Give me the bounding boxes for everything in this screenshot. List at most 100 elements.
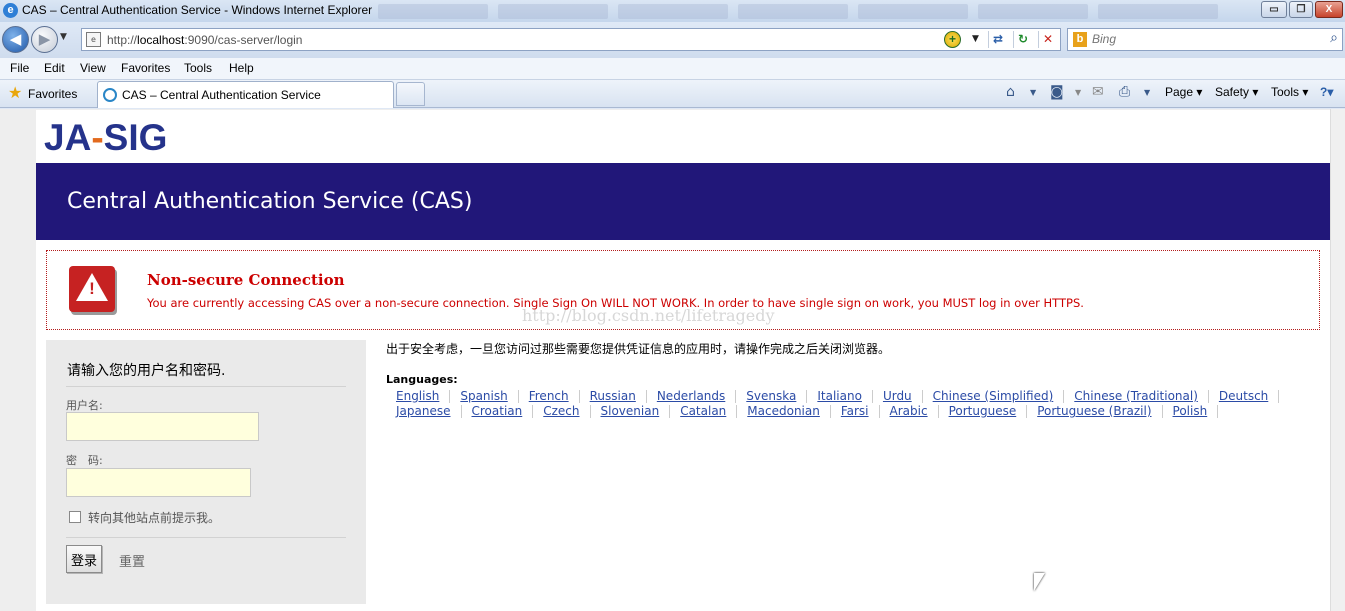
- stop-icon[interactable]: ✕: [1038, 31, 1057, 48]
- address-dropdown-icon[interactable]: ▼: [972, 34, 979, 44]
- favorites-bar: ★ Favorites CAS – Central Authentication…: [0, 80, 1345, 108]
- language-link-english[interactable]: English: [386, 390, 451, 403]
- jasig-logo: JA-SIG: [44, 117, 168, 158]
- menu-bar: File Edit View Favorites Tools Help: [0, 58, 1345, 80]
- home-icon[interactable]: ⌂: [1006, 84, 1015, 100]
- warning-icon: !: [69, 266, 115, 312]
- login-button[interactable]: 登录: [66, 545, 102, 573]
- mouse-cursor: [1034, 573, 1045, 591]
- menu-edit[interactable]: Edit: [44, 61, 65, 75]
- close-window-button[interactable]: X: [1315, 1, 1343, 18]
- watermark: http://blog.csdn.net/lifetragedy: [522, 306, 775, 325]
- window-titlebar: e CAS – Central Authentication Service -…: [0, 0, 1345, 22]
- languages-row: English Spanish French Russian Nederlands Sve…: [386, 389, 1280, 403]
- language-link-portuguese[interactable]: Portuguese: [939, 405, 1028, 418]
- minimize-button[interactable]: ▭: [1261, 1, 1287, 18]
- address-url[interactable]: http://localhost:9090/cas-server/login: [107, 33, 302, 47]
- print-icon[interactable]: ⎙: [1119, 84, 1130, 100]
- recent-pages-dropdown[interactable]: ▼: [60, 32, 67, 42]
- tab-cas-login[interactable]: CAS – Central Authentication Service: [97, 81, 394, 108]
- menu-file[interactable]: File: [10, 61, 29, 75]
- search-input[interactable]: [1092, 32, 1312, 46]
- language-link-spanish[interactable]: Spanish: [450, 390, 519, 403]
- languages-row: Japanese Croatian Czech Slovenian Catalan Mac…: [386, 404, 1219, 418]
- warn-checkbox[interactable]: [69, 511, 81, 523]
- language-link-chinese-simplified[interactable]: Chinese (Simplified): [923, 390, 1065, 403]
- language-link-catalan[interactable]: Catalan: [670, 405, 738, 418]
- ie-logo-icon: e: [3, 3, 18, 18]
- vertical-scrollbar[interactable]: [1330, 109, 1345, 611]
- language-link-czech[interactable]: Czech: [533, 405, 591, 418]
- security-note: 出于安全考虑，一旦您访问过那些需要您提供凭证信息的应用时，请操作完成之后关闭浏览…: [386, 342, 891, 356]
- menu-view[interactable]: View: [80, 61, 106, 75]
- page-menu-button[interactable]: Page ▾: [1165, 85, 1202, 99]
- safety-menu-button[interactable]: Safety ▾: [1215, 85, 1258, 99]
- tab-title: CAS – Central Authentication Service: [122, 88, 321, 102]
- back-button[interactable]: ◀: [2, 26, 29, 53]
- maximize-button[interactable]: ❐: [1289, 1, 1313, 18]
- password-label: 密 码:: [66, 454, 103, 467]
- language-link-arabic[interactable]: Arabic: [880, 405, 939, 418]
- menu-help[interactable]: Help: [229, 61, 254, 75]
- navigation-bar: ◀ ▶ ▼ e http://localhost:9090/cas-server…: [0, 22, 1345, 58]
- mail-icon[interactable]: ✉: [1092, 84, 1104, 100]
- password-input[interactable]: [66, 468, 251, 497]
- new-tab-button[interactable]: [396, 82, 425, 106]
- background-taskbar-ghost: [738, 4, 848, 19]
- refresh-icon[interactable]: ↻: [1013, 31, 1032, 48]
- language-link-croatian[interactable]: Croatian: [462, 405, 534, 418]
- language-link-farsi[interactable]: Farsi: [831, 405, 880, 418]
- page-icon: e: [86, 32, 101, 47]
- divider: [66, 537, 346, 538]
- cas-login-page: JA-SIG Central Authentication Service (C…: [36, 110, 1330, 611]
- login-heading: 请输入您的用户名和密码.: [67, 363, 226, 379]
- menu-tools[interactable]: Tools: [184, 61, 212, 75]
- window-title: CAS – Central Authentication Service - W…: [22, 3, 373, 17]
- feeds-dropdown-icon[interactable]: ▼: [1075, 88, 1081, 97]
- page-title: Central Authentication Service (CAS): [67, 189, 473, 214]
- reset-button[interactable]: 重置: [119, 551, 145, 570]
- help-icon[interactable]: ?▾: [1320, 85, 1333, 99]
- address-bar[interactable]: e http://localhost:9090/cas-server/login…: [81, 28, 1061, 51]
- menu-favorites[interactable]: Favorites: [121, 61, 170, 75]
- warning-title: Non-secure Connection: [147, 271, 345, 289]
- language-link-japanese[interactable]: Japanese: [386, 405, 462, 418]
- loading-icon: [103, 88, 117, 102]
- language-link-french[interactable]: French: [519, 390, 580, 403]
- login-form: 请输入您的用户名和密码. 用户名: 密 码: 转向其他站点前提示我。 登录 重置: [46, 340, 366, 604]
- favorites-button[interactable]: ★ Favorites: [6, 84, 92, 104]
- favorites-star-icon: ★: [8, 85, 23, 102]
- forward-button[interactable]: ▶: [31, 26, 58, 53]
- favorites-label: Favorites: [28, 87, 78, 101]
- language-link-russian[interactable]: Russian: [580, 390, 647, 403]
- language-link-nederlands[interactable]: Nederlands: [647, 390, 737, 403]
- background-taskbar-ghost: [378, 4, 488, 19]
- language-link-deutsch[interactable]: Deutsch: [1209, 390, 1280, 403]
- compatibility-view-icon[interactable]: +: [944, 31, 961, 48]
- username-input[interactable]: [66, 412, 259, 441]
- header-banner: Central Authentication Service (CAS): [36, 163, 1330, 240]
- background-taskbar-ghost: [498, 4, 608, 19]
- home-dropdown-icon[interactable]: ▼: [1030, 88, 1036, 97]
- tools-menu-button[interactable]: Tools ▾: [1271, 85, 1308, 99]
- background-taskbar-ghost: [618, 4, 728, 19]
- language-link-portuguese-brazil[interactable]: Portuguese (Brazil): [1027, 405, 1163, 418]
- background-taskbar-ghost: [1098, 4, 1218, 19]
- feeds-icon[interactable]: ◙: [1050, 84, 1064, 100]
- language-link-italiano[interactable]: Italiano: [807, 390, 873, 403]
- language-link-slovenian[interactable]: Slovenian: [591, 405, 671, 418]
- language-link-macedonian[interactable]: Macedonian: [737, 405, 831, 418]
- rss-icon[interactable]: ⇄: [988, 31, 1007, 48]
- print-dropdown-icon[interactable]: ▼: [1144, 88, 1150, 97]
- search-box[interactable]: b ⌕: [1067, 28, 1343, 51]
- bing-icon: b: [1073, 32, 1087, 47]
- language-link-svenska[interactable]: Svenska: [736, 390, 808, 403]
- language-link-urdu[interactable]: Urdu: [873, 390, 923, 403]
- warn-checkbox-label[interactable]: 转向其他站点前提示我。: [88, 509, 220, 526]
- search-icon[interactable]: ⌕: [1330, 30, 1338, 46]
- divider: [66, 386, 346, 387]
- language-link-chinese-traditional[interactable]: Chinese (Traditional): [1064, 390, 1209, 403]
- language-link-polish[interactable]: Polish: [1163, 405, 1219, 418]
- background-taskbar-ghost: [978, 4, 1088, 19]
- languages-label: Languages:: [386, 373, 458, 386]
